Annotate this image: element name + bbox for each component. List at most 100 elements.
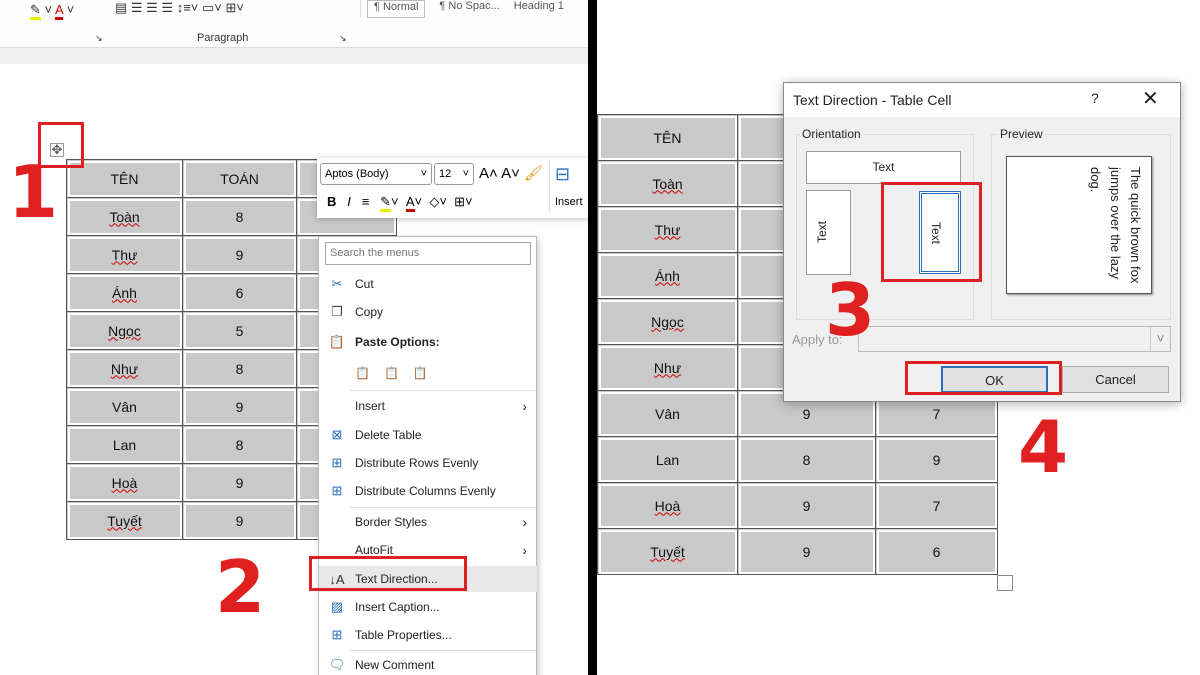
table-row: Hoà 9 7 (597, 482, 998, 529)
table-cell[interactable]: 9 (737, 482, 876, 529)
cell-text: 9 (932, 451, 941, 468)
cell-text: 9 (235, 398, 244, 415)
paste-option-icons[interactable]: 📋 📋 📋 (319, 360, 537, 386)
preview-text: The quick brown fox jumps over the lazy … (1088, 167, 1143, 284)
table-cell[interactable]: Thư (66, 235, 183, 274)
cell-text: 8 (235, 360, 244, 377)
insert-table-icon[interactable]: ⊟ (555, 164, 570, 185)
menu-search-input[interactable]: Search the menus (325, 242, 531, 265)
copy-icon: ❐ (331, 304, 343, 319)
highlight-font-color-icons[interactable]: ✎ ˅ A ˅ (30, 2, 90, 20)
table-cell[interactable]: 9 (182, 235, 297, 274)
menu-distribute-rows[interactable]: ⊞ Distribute Rows Evenly (319, 450, 537, 476)
table-cell[interactable]: Như (66, 349, 183, 388)
style-no-spacing[interactable]: ¶ No Spac... (439, 0, 499, 18)
orientation-rotate-up[interactable]: Text (806, 190, 851, 275)
ribbon-gap (0, 48, 588, 64)
preview-box: The quick brown fox jumps over the lazy … (1006, 156, 1152, 294)
table-resize-handle[interactable] (997, 575, 1013, 591)
table-cell[interactable]: 6 (875, 528, 998, 575)
table-cell[interactable]: 9 (182, 501, 297, 540)
close-icon[interactable]: ✕ (1142, 86, 1159, 111)
table-cell[interactable]: Lan (597, 436, 738, 483)
table-cell[interactable]: Ngọc (66, 311, 183, 350)
dialog-launcher-icon[interactable]: ↘ (339, 33, 347, 44)
cell-text: Lan (655, 451, 680, 468)
table-cell[interactable]: Vân (66, 387, 183, 426)
ribbon: ✎ ˅ A ˅ ▤ ☰ ☰ ☰ ↕≡˅ ▭˅ ⊞˅ Paragraph ↘ ↘ … (0, 0, 588, 48)
cell-text: 5 (235, 322, 244, 339)
help-button[interactable]: ? (1091, 90, 1099, 106)
text-direction-dialog: Text Direction - Table Cell ? ✕ Orientat… (783, 82, 1181, 402)
paste-merge-icon: 📋 (383, 366, 399, 380)
cell-text: TÊN (653, 129, 682, 146)
dialog-launcher-icon[interactable]: ↘ (95, 33, 103, 44)
menu-new-comment[interactable]: 🗨 New Comment (319, 652, 537, 675)
table-cell[interactable]: Hoà (597, 482, 738, 529)
paragraph-group-label: Paragraph (197, 32, 249, 44)
insert-button[interactable]: Insert (555, 196, 583, 208)
table-cell[interactable]: Ánh (597, 252, 738, 299)
cell-text: 9 (802, 405, 811, 422)
grow-shrink-format-icons[interactable]: A˄ A˅ 🖌 (479, 164, 543, 182)
menu-cut[interactable]: ✂ Cut (319, 271, 537, 297)
menu-copy[interactable]: ❐ Copy (319, 299, 537, 325)
font-size-box[interactable]: 12 ˅ (434, 163, 474, 185)
table-cell[interactable]: 9 (737, 528, 876, 575)
table-cell[interactable]: 8 (737, 436, 876, 483)
styles-gallery[interactable]: ¶ Normal ¶ No Spac... Heading 1 (360, 0, 588, 18)
orientation-horizontal[interactable]: Text (806, 151, 961, 184)
table-cell[interactable]: Hoà (66, 463, 183, 502)
cell-text: Lan (112, 436, 137, 453)
paragraph-align-icons[interactable]: ▤ ☰ ☰ ☰ ↕≡˅ ▭˅ ⊞˅ (115, 0, 295, 16)
table-cell[interactable]: TÊN (597, 114, 738, 161)
menu-distribute-columns[interactable]: ⊞ Distribute Columns Evenly (319, 478, 537, 504)
table-cell[interactable]: Ngọc (597, 298, 738, 345)
table-cell[interactable]: TOÁN (182, 159, 297, 198)
table-cell[interactable]: Tuyết (597, 528, 738, 575)
table-cell[interactable]: 8 (182, 349, 297, 388)
step-3: 3 (825, 268, 876, 352)
table-cell[interactable]: 7 (875, 482, 998, 529)
menu-insert[interactable]: Insert › (319, 393, 537, 419)
annotation-box-3 (881, 182, 982, 282)
table-cell[interactable]: 8 (182, 197, 297, 236)
cell-text: 8 (802, 451, 811, 468)
cell-text: Như (110, 360, 139, 377)
apply-to-select[interactable]: ˅ (858, 326, 1171, 352)
table-cell[interactable]: 9 (875, 436, 998, 483)
cell-text: Ánh (655, 267, 680, 284)
table-cell[interactable]: Thư (597, 206, 738, 253)
cell-text: Ngọc (651, 313, 684, 330)
style-normal[interactable]: ¶ Normal (367, 0, 426, 18)
table-cell[interactable]: Toàn (597, 160, 738, 207)
table-cell[interactable]: 9 (182, 387, 297, 426)
cancel-button[interactable]: Cancel (1062, 366, 1169, 393)
table-cell[interactable]: 8 (182, 425, 297, 464)
format-icons[interactable]: B I ≡ ✎˅ A˅ ◇˅ ⊞˅ (327, 194, 547, 212)
table-cell[interactable]: Ánh (66, 273, 183, 312)
annotation-box-2 (309, 556, 467, 591)
table-cell[interactable]: Toàn (66, 197, 183, 236)
menu-table-properties[interactable]: ⊞ Table Properties... (319, 622, 537, 648)
table-cell[interactable]: 9 (182, 463, 297, 502)
cell-text: 9 (235, 512, 244, 529)
paste-keep-format-icon: 📋 (355, 366, 370, 380)
cell-text: 7 (932, 405, 941, 422)
menu-border-styles[interactable]: Border Styles › (319, 509, 537, 535)
font-size: 12 (439, 168, 452, 180)
table-cell[interactable]: 6 (182, 273, 297, 312)
paste-text-only-icon: 📋 (412, 366, 428, 380)
table-cell[interactable]: Như (597, 344, 738, 391)
table-cell[interactable]: Lan (66, 425, 183, 464)
annotation-box-4 (905, 361, 1062, 395)
table-cell[interactable]: Vân (597, 390, 738, 437)
mini-toolbar: Aptos (Body) ˅ 12 ˅ A˄ A˅ 🖌 B I ≡ ✎˅ A˅ ◇˅… (317, 158, 588, 218)
table-cell[interactable]: Tuyết (66, 501, 183, 540)
style-heading-1[interactable]: Heading 1 (514, 0, 564, 18)
menu-insert-caption[interactable]: ▨ Insert Caption... (319, 594, 537, 620)
font-name-box[interactable]: Aptos (Body) ˅ (320, 163, 432, 185)
menu-delete-table[interactable]: ⊠ Delete Table (319, 422, 537, 448)
table-cell[interactable]: 5 (182, 311, 297, 350)
step-2: 2 (215, 545, 266, 629)
